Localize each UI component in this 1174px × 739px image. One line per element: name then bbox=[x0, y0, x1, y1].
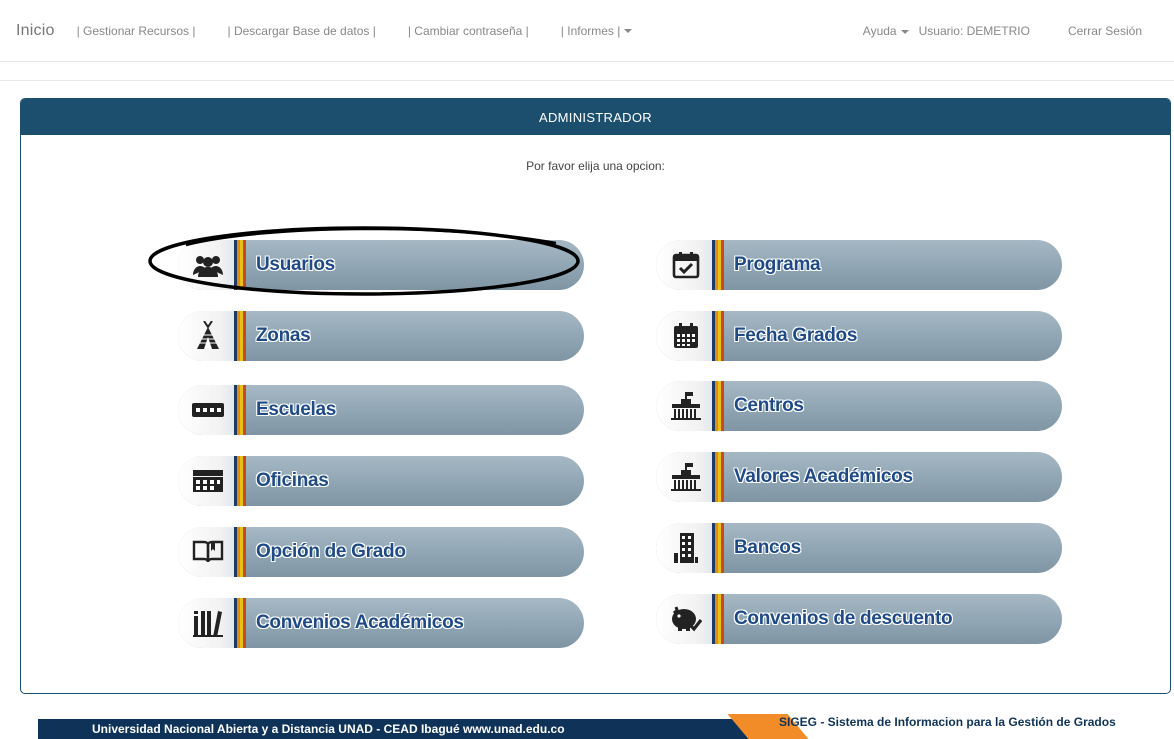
library-icon bbox=[193, 611, 223, 637]
icon-container bbox=[656, 594, 716, 644]
nav-cambiar-contrasena[interactable]: | Cambiar contraseña | bbox=[408, 24, 529, 38]
menu-label: Opción de Grado bbox=[256, 541, 406, 562]
nav-gestionar-recursos[interactable]: | Gestionar Recursos | bbox=[77, 24, 196, 38]
menu-button-valores-academicos[interactable]: Valores Académicos bbox=[656, 452, 1062, 502]
top-navbar: Inicio | Gestionar Recursos | | Descarga… bbox=[0, 0, 1174, 62]
nav-informes-dropdown[interactable]: | Informes | bbox=[561, 24, 633, 38]
piggy-bank-icon bbox=[672, 606, 702, 632]
icon-container bbox=[178, 240, 238, 290]
stripes-decoration bbox=[234, 456, 246, 506]
stripes-decoration bbox=[234, 311, 246, 361]
icon-container bbox=[178, 385, 238, 435]
building-icon bbox=[671, 392, 701, 420]
stripes-decoration bbox=[234, 385, 246, 435]
icon-container bbox=[656, 381, 716, 431]
icon-container bbox=[656, 240, 716, 290]
icon-container bbox=[656, 311, 716, 361]
stripes-decoration bbox=[712, 523, 724, 573]
icon-container bbox=[656, 452, 716, 502]
menu-button-centros[interactable]: Centros bbox=[656, 381, 1062, 431]
book-icon bbox=[192, 540, 224, 563]
menu-label: Fecha Grados bbox=[734, 325, 858, 346]
stripes-decoration bbox=[712, 452, 724, 502]
menu-label: Oficinas bbox=[256, 470, 329, 491]
chevron-down-icon bbox=[624, 29, 633, 34]
school-icon bbox=[192, 403, 224, 417]
menu-label: Bancos bbox=[734, 537, 801, 558]
nav-help-label: Ayuda bbox=[862, 24, 897, 38]
stripes-decoration bbox=[712, 311, 724, 361]
menu-button-oficinas[interactable]: Oficinas bbox=[178, 456, 584, 506]
menu-label: Convenios Académicos bbox=[256, 612, 464, 633]
stripes-decoration bbox=[712, 381, 724, 431]
icon-container bbox=[178, 311, 238, 361]
panel-title: ADMINISTRADOR bbox=[21, 99, 1170, 135]
chevron-down-icon bbox=[900, 29, 909, 34]
panel-prompt: Por favor elija una opcion: bbox=[526, 159, 665, 173]
menu-button-bancos[interactable]: Bancos bbox=[656, 523, 1062, 573]
icon-container bbox=[178, 456, 238, 506]
menu-label: Valores Académicos bbox=[734, 466, 913, 487]
nav-home-link[interactable]: Inicio bbox=[16, 22, 55, 40]
menu-label: Usuarios bbox=[256, 254, 335, 275]
menu-button-fecha-grados[interactable]: Fecha Grados bbox=[656, 311, 1062, 361]
menu-label: Escuelas bbox=[256, 399, 336, 420]
icon-container bbox=[178, 598, 238, 648]
menu-label: Convenios de descuento bbox=[734, 608, 953, 629]
stripes-decoration bbox=[234, 240, 246, 290]
calendar-icon bbox=[674, 323, 698, 348]
menu-button-convenios-academicos[interactable]: Convenios Académicos bbox=[178, 598, 584, 648]
users-icon bbox=[193, 256, 223, 277]
nav-user-label: Usuario: DEMETRIO bbox=[918, 24, 1030, 38]
calendar-check-icon bbox=[672, 252, 700, 279]
footer-system-text: SIGEG - Sistema de Informacion para la G… bbox=[779, 715, 1116, 729]
menu-button-usuarios[interactable]: Usuarios bbox=[178, 240, 584, 290]
menu-label: Programa bbox=[734, 254, 821, 275]
menu-label: Zonas bbox=[256, 325, 311, 346]
stripes-decoration bbox=[712, 594, 724, 644]
header-divider bbox=[0, 80, 1174, 81]
nav-logout-link[interactable]: Cerrar Sesión bbox=[1068, 24, 1142, 38]
nav-help-dropdown[interactable]: Ayuda bbox=[863, 24, 909, 38]
stripes-decoration bbox=[234, 527, 246, 577]
menu-button-zonas[interactable]: Zonas bbox=[178, 311, 584, 361]
stripes-decoration bbox=[712, 240, 724, 290]
menu-button-escuelas[interactable]: Escuelas bbox=[178, 385, 584, 435]
office-icon bbox=[193, 470, 223, 492]
nav-informes-label: | Informes | bbox=[560, 23, 621, 38]
building-icon bbox=[671, 463, 701, 491]
nav-left-group: Inicio | Gestionar Recursos | | Descarga… bbox=[0, 22, 664, 40]
icon-container bbox=[656, 523, 716, 573]
nav-right-group: Ayuda Usuario: DEMETRIO Cerrar Sesión bbox=[863, 0, 1174, 62]
footer-banner: Universidad Nacional Abierta y a Distanc… bbox=[38, 712, 1174, 739]
stripes-decoration bbox=[234, 598, 246, 648]
menu-button-programa[interactable]: Programa bbox=[656, 240, 1062, 290]
bank-icon bbox=[674, 533, 698, 563]
nav-descargar-base[interactable]: | Descargar Base de datos | bbox=[228, 24, 376, 38]
tent-icon bbox=[197, 321, 219, 349]
footer-university-text: Universidad Nacional Abierta y a Distanc… bbox=[38, 719, 768, 739]
icon-container bbox=[178, 527, 238, 577]
menu-button-convenios-descuento[interactable]: Convenios de descuento bbox=[656, 594, 1062, 644]
menu-button-opcion-de-grado[interactable]: Opción de Grado bbox=[178, 527, 584, 577]
menu-label: Centros bbox=[734, 395, 804, 416]
